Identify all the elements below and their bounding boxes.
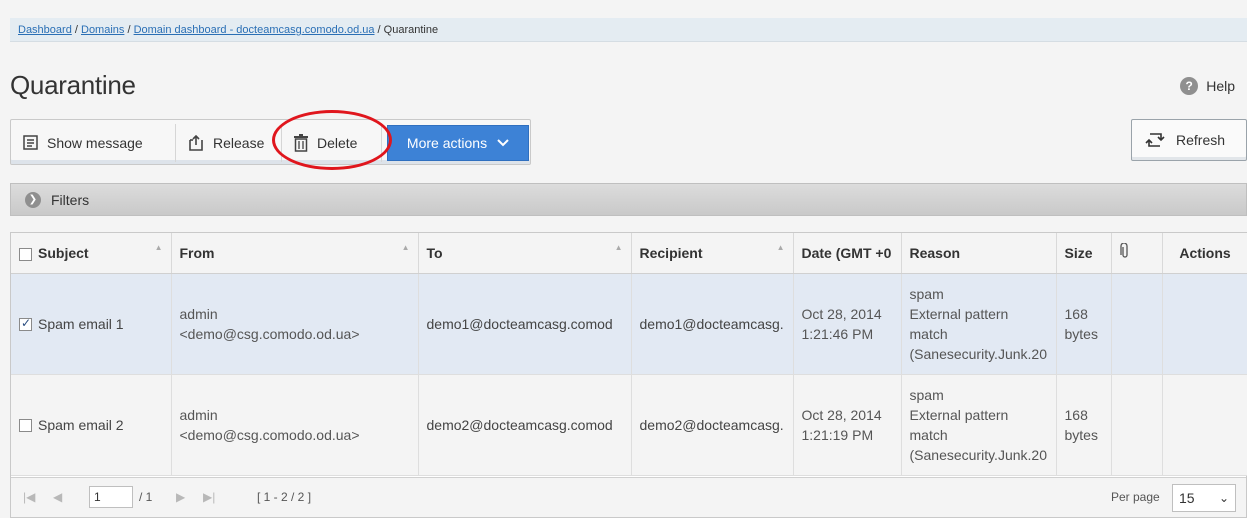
- help-link[interactable]: ? Help: [1180, 77, 1235, 95]
- cell-to: demo1@docteamcasg.comod: [418, 273, 632, 375]
- cell-attachment: [1111, 374, 1163, 476]
- cell-from: admin <demo@csg.comodo.od.ua>: [171, 273, 419, 375]
- column-from[interactable]: From ▲: [171, 233, 419, 274]
- per-page-select[interactable]: 15 ⌄: [1172, 484, 1236, 512]
- per-page-label: Per page: [1111, 490, 1160, 504]
- filters-panel-header[interactable]: ❯ Filters: [10, 183, 1247, 216]
- message-icon: [23, 135, 38, 150]
- cell-size: 168 bytes: [1056, 374, 1112, 476]
- page-title: Quarantine: [10, 70, 136, 100]
- refresh-icon: [1145, 133, 1165, 147]
- row-checkbox[interactable]: [19, 316, 32, 332]
- expand-arrow-icon: ❯: [25, 191, 41, 208]
- last-page-icon[interactable]: ▶|: [203, 490, 215, 504]
- row-checkbox[interactable]: [19, 419, 32, 433]
- cell-attachment: [1111, 273, 1163, 375]
- breadcrumb-domain-dashboard[interactable]: Domain dashboard - docteamcasg.comodo.od…: [134, 24, 375, 36]
- show-message-label: Show message: [47, 135, 143, 151]
- column-actions: Actions: [1162, 233, 1247, 274]
- refresh-label: Refresh: [1176, 132, 1226, 148]
- cell-size: 168 bytes: [1056, 273, 1112, 375]
- cell-reason: spam External pattern match (Sanesecurity.J…: [901, 273, 1057, 375]
- action-toolbar: Show message Release Delete More actions: [10, 119, 531, 165]
- delete-button[interactable]: Delete: [287, 126, 363, 160]
- prev-page-icon[interactable]: ◀: [53, 490, 62, 504]
- quarantine-grid: Subject ▲ From ▲ To ▲ Recipient ▲ Date (GMT …: [10, 232, 1247, 518]
- cell-actions: [1162, 273, 1247, 375]
- cell-subject: Spam email 1: [11, 273, 172, 375]
- breadcrumb-dashboard[interactable]: Dashboard: [18, 24, 72, 36]
- filters-label: Filters: [51, 191, 90, 208]
- breadcrumb-current: Quarantine: [383, 24, 439, 36]
- release-button[interactable]: Release: [181, 126, 270, 160]
- cell-date: Oct 28, 2014 1:21:19 PM: [793, 374, 902, 476]
- toolbar-divider: [281, 124, 282, 162]
- table-row[interactable]: Spam email 2 admin <demo@csg.comodo.od.ua…: [11, 374, 1247, 476]
- paperclip-icon: [1119, 242, 1128, 258]
- cell-subject: Spam email 2: [11, 374, 172, 476]
- pagination-bar: |◀ ◀ 1 / 1 ▶ ▶| [ 1 - 2 / 2 ] Per page 1…: [11, 477, 1246, 517]
- column-reason[interactable]: Reason: [901, 233, 1057, 274]
- more-actions-label: More actions: [406, 135, 488, 151]
- column-recipient[interactable]: Recipient ▲: [631, 233, 794, 274]
- refresh-button[interactable]: Refresh: [1131, 119, 1247, 161]
- cell-from: admin <demo@csg.comodo.od.ua>: [171, 374, 419, 476]
- quarantine-page: Dashboard / Domains / Domain dashboard -…: [0, 0, 1247, 518]
- delete-label: Delete: [317, 135, 358, 151]
- sort-icon: ▲: [401, 243, 410, 252]
- cell-date: Oct 28, 2014 1:21:46 PM: [793, 273, 902, 375]
- page-number-input[interactable]: 1: [89, 486, 133, 508]
- sort-icon: ▲: [776, 243, 785, 252]
- cell-reason: spam External pattern match (Sanesecurity.J…: [901, 374, 1057, 476]
- sort-icon: ▲: [154, 243, 163, 252]
- column-attachment[interactable]: [1111, 233, 1163, 274]
- first-page-icon[interactable]: |◀: [23, 490, 35, 504]
- help-label: Help: [1206, 78, 1235, 94]
- show-message-button[interactable]: Show message: [17, 126, 149, 160]
- cell-recipient: demo1@docteamcasg.: [631, 273, 794, 375]
- trash-icon: [294, 134, 308, 152]
- column-date[interactable]: Date (GMT +0: [793, 233, 902, 274]
- record-range: [ 1 - 2 / 2 ]: [257, 490, 312, 504]
- cell-actions: [1162, 374, 1247, 476]
- cell-to: demo2@docteamcasg.comod: [418, 374, 632, 476]
- column-to[interactable]: To ▲: [418, 233, 632, 274]
- toolbar-divider: [381, 124, 382, 162]
- toolbar-divider: [175, 124, 176, 162]
- help-icon: ?: [1180, 77, 1199, 95]
- cell-recipient: demo2@docteamcasg.: [631, 374, 794, 476]
- sort-icon: ▲: [614, 243, 623, 252]
- release-icon: [189, 134, 203, 151]
- chevron-down-icon: [497, 139, 509, 147]
- quarantine-table: Subject ▲ From ▲ To ▲ Recipient ▲ Date (GMT …: [11, 233, 1247, 476]
- table-row[interactable]: Spam email 1 admin<demo@csg.comodo.od.ua…: [11, 273, 1247, 375]
- page-count: / 1: [139, 490, 153, 504]
- more-actions-button[interactable]: More actions: [387, 125, 529, 161]
- column-subject[interactable]: Subject ▲: [11, 233, 172, 274]
- table-header-row: Subject ▲ From ▲ To ▲ Recipient ▲ Date (GMT …: [11, 233, 1247, 274]
- select-all-checkbox[interactable]: [19, 247, 32, 261]
- breadcrumb-domains[interactable]: Domains: [81, 24, 124, 36]
- breadcrumb: Dashboard / Domains / Domain dashboard -…: [10, 18, 1247, 42]
- chevron-down-icon: ⌄: [1218, 491, 1229, 505]
- release-label: Release: [213, 135, 265, 151]
- next-page-icon[interactable]: ▶: [176, 490, 185, 504]
- column-size[interactable]: Size: [1056, 233, 1112, 274]
